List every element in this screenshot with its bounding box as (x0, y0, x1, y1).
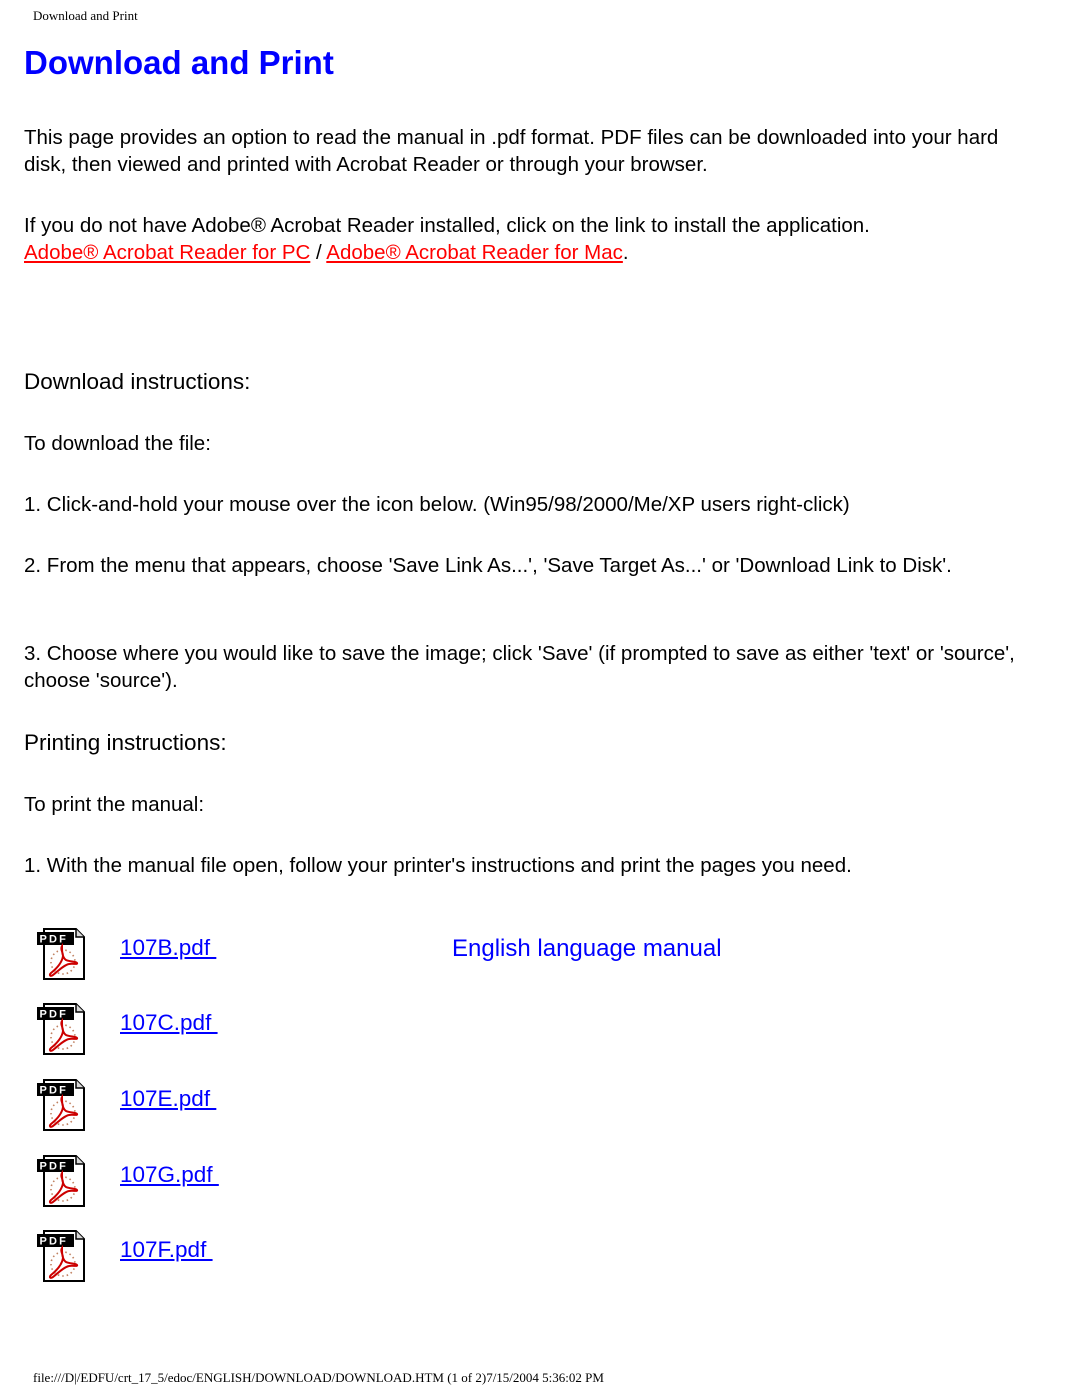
file-row-107g: 107G.pdf (36, 1152, 836, 1212)
footer-file-path: file:///D|/EDFU/crt_17_5/edoc/ENGLISH/DO… (33, 1370, 604, 1385)
printing-instructions-heading: Printing instructions: (24, 730, 227, 755)
acrobat-mac-link[interactable]: Adobe® Acrobat Reader for Mac (326, 241, 623, 264)
file-link-107b[interactable]: 107B.pdf (120, 935, 216, 961)
download-lead: To download the file: (24, 432, 211, 455)
sentence-end: . (622, 241, 629, 264)
pdf-file-icon[interactable] (36, 1227, 88, 1283)
file-row-107c: 107C.pdf (36, 1000, 836, 1060)
link-separator: / (310, 241, 327, 264)
download-step-3: 3. Choose where you would like to save t… (24, 642, 1015, 692)
file-row-107f: 107F.pdf (36, 1227, 836, 1287)
running-header: Download and Print (33, 8, 138, 23)
file-row-107b: 107B.pdf English language manual (36, 925, 836, 985)
pdf-file-icon[interactable] (36, 1076, 88, 1132)
download-step-1: 1. Click-and-hold your mouse over the ic… (24, 493, 850, 516)
pdf-file-icon[interactable] (36, 1000, 88, 1056)
printing-lead: To print the manual: (24, 793, 205, 816)
file-link-107c[interactable]: 107C.pdf (120, 1010, 218, 1036)
intro-paragraph: This page provides an option to read the… (24, 126, 999, 176)
pdf-file-icon[interactable] (36, 925, 88, 981)
printing-step-1: 1. With the manual file open, follow you… (24, 854, 852, 877)
page-title: Download and Print (24, 44, 334, 81)
download-step-2: 2. From the menu that appears, choose 'S… (24, 554, 952, 577)
file-row-107e: 107E.pdf (36, 1076, 836, 1136)
file-link-107e[interactable]: 107E.pdf (120, 1086, 216, 1112)
pdf-file-icon[interactable] (36, 1152, 88, 1208)
file-link-107g[interactable]: 107G.pdf (120, 1162, 219, 1188)
download-instructions-heading: Download instructions: (24, 369, 251, 394)
file-link-107f[interactable]: 107F.pdf (120, 1237, 213, 1263)
acrobat-install-text: If you do not have Adobe® Acrobat Reader… (24, 214, 870, 237)
file-description: English language manual (452, 935, 722, 962)
acrobat-install-paragraph: If you do not have Adobe® Acrobat Reader… (24, 212, 1024, 266)
acrobat-pc-link[interactable]: Adobe® Acrobat Reader for PC (24, 241, 310, 264)
